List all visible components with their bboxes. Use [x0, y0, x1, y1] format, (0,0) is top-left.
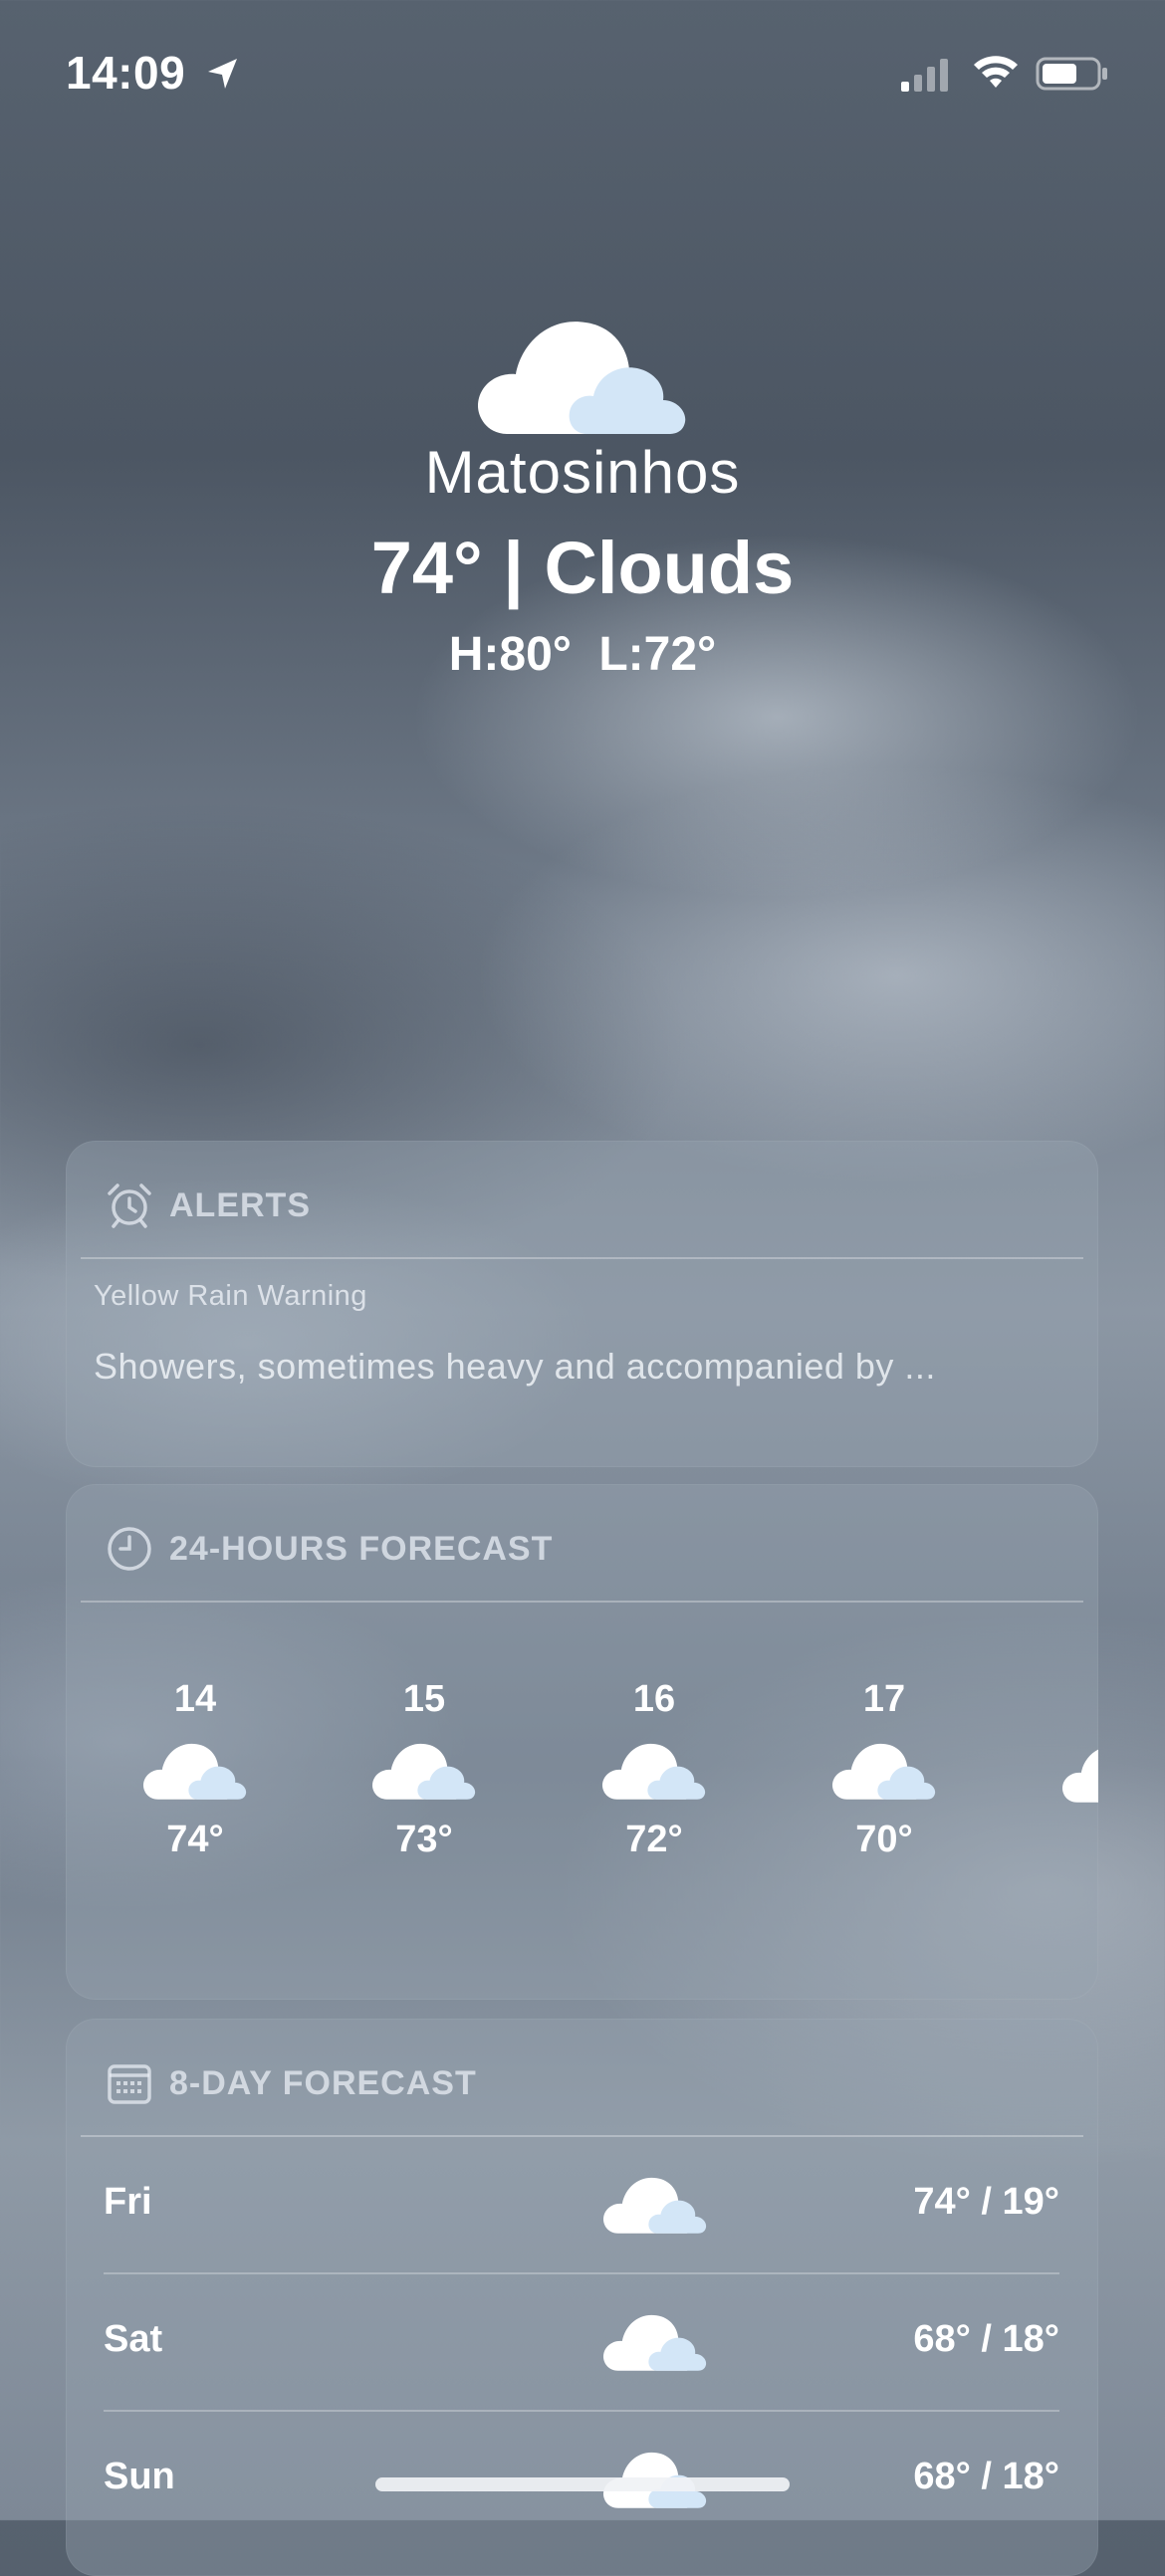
hour-label: 17 — [862, 1678, 906, 1720]
divider — [81, 1601, 1083, 1603]
high-low-temps: H:80° L:72° — [448, 628, 717, 681]
hourly-header: 24-HOURS FORECAST — [106, 1524, 553, 1574]
hour-label: 16 — [632, 1678, 676, 1720]
cloud-icon — [603, 2312, 707, 2372]
clock-icon — [108, 1527, 151, 1571]
city-name: Matosinhos — [424, 439, 741, 506]
hour-temp: 73° — [395, 1819, 453, 1860]
hourly-forecast-card[interactable]: 24-HOURS FORECAST 14 74° 15 73° 16 72° 1… — [66, 1484, 1098, 2000]
divider — [81, 1257, 1083, 1259]
alerts-card[interactable]: ALERTS Yellow Rain Warning Showers, some… — [66, 1141, 1098, 1467]
hour-temp: 72° — [625, 1819, 683, 1860]
hourly-item: 16 72° — [575, 1678, 734, 1861]
cloud-icon — [832, 1741, 936, 1801]
status-bar: 14:09 — [0, 0, 1165, 149]
battery-icon — [1036, 57, 1107, 91]
daily-row: Fri 74° / 19° — [104, 2137, 1059, 2274]
cloud-icon — [602, 1741, 706, 1801]
cloud-icon — [1062, 1744, 1098, 1804]
hour-temp: 74° — [166, 1819, 224, 1860]
day-name: Sat — [104, 2318, 163, 2360]
day-name: Sun — [104, 2456, 175, 2497]
day-temps: 68° / 18° — [913, 2456, 1059, 2497]
hour-label: 15 — [402, 1678, 446, 1720]
cloud-icon — [603, 2175, 707, 2235]
alert-name: Yellow Rain Warning — [94, 1280, 367, 1312]
day-temps: 74° / 19° — [913, 2181, 1059, 2223]
alert-description: Showers, sometimes heavy and accompanied… — [94, 1346, 936, 1387]
alerts-header: ALERTS — [106, 1181, 311, 1230]
cellular-signal-icon — [901, 59, 948, 92]
hourly-item: 15 73° — [345, 1678, 504, 1861]
cloud-icon — [143, 1741, 247, 1801]
daily-title: 8-DAY FORECAST — [169, 2063, 477, 2102]
alerts-title: ALERTS — [169, 1185, 311, 1224]
status-time: 14:09 — [66, 47, 186, 99]
hour-label: 14 — [173, 1678, 217, 1720]
hourly-item: 17 70° — [805, 1678, 964, 1861]
hourly-item-partial — [1035, 1678, 1098, 1804]
day-temps: 68° / 18° — [913, 2318, 1059, 2360]
calendar-icon — [108, 2064, 151, 2104]
cloud-icon — [372, 1741, 476, 1801]
daily-row: Sat 68° / 18° — [104, 2274, 1059, 2412]
daily-header: 8-DAY FORECAST — [106, 2058, 477, 2108]
cloud-icon — [478, 317, 687, 436]
hourly-title: 24-HOURS FORECAST — [169, 1529, 554, 1568]
wifi-icon — [974, 56, 1018, 88]
current-conditions: 74° | Clouds — [370, 527, 795, 609]
location-arrow-icon — [208, 59, 237, 89]
day-name: Fri — [104, 2181, 152, 2223]
hour-temp: 70° — [855, 1819, 913, 1860]
home-indicator[interactable] — [375, 2477, 790, 2491]
alarm-clock-icon — [108, 1183, 151, 1228]
hourly-item: 14 74° — [116, 1678, 275, 1861]
daily-forecast-card[interactable]: 8-DAY FORECAST Fri 74° / 19° Sat 68° / 1… — [66, 2019, 1098, 2576]
